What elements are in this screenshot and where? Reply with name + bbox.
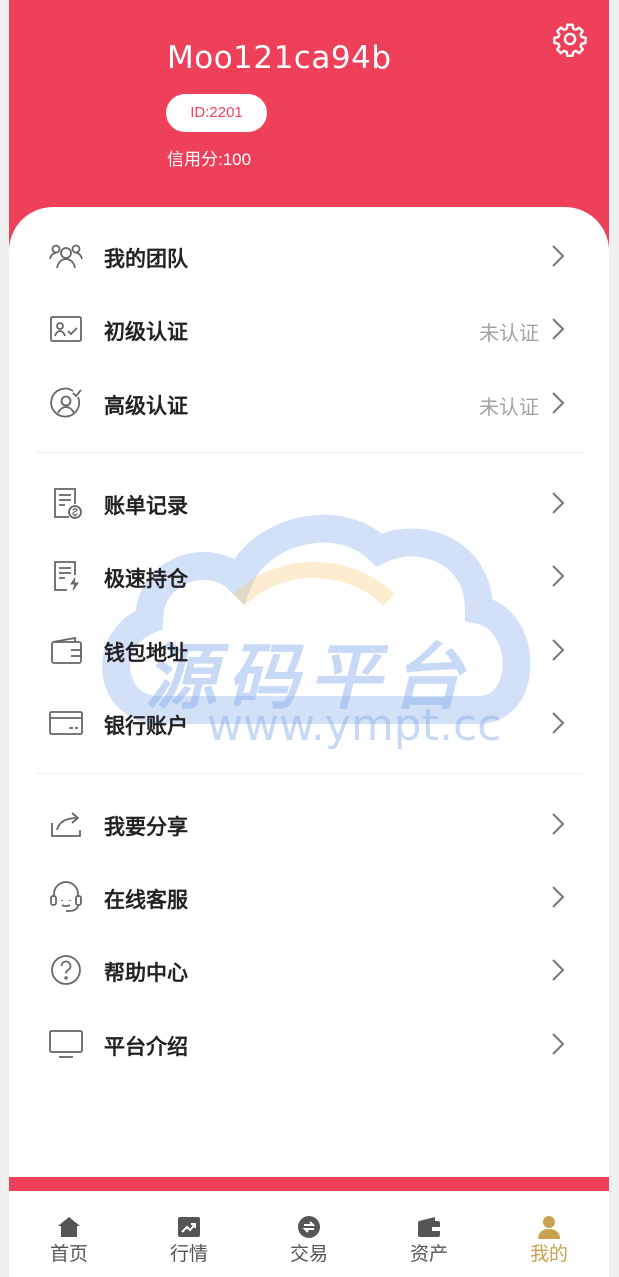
gear-icon[interactable] bbox=[552, 21, 588, 57]
menu-item-support[interactable]: 在线客服 bbox=[9, 867, 609, 927]
chevron-right-icon bbox=[552, 959, 565, 981]
menu-label-advanced-verify: 高级认证 bbox=[104, 394, 188, 418]
bank-card-icon bbox=[49, 711, 83, 735]
menu-label-share: 我要分享 bbox=[104, 815, 188, 839]
menu-label-about: 平台介绍 bbox=[104, 1035, 188, 1059]
chevron-right-icon bbox=[552, 712, 565, 734]
monitor-icon bbox=[49, 1030, 83, 1058]
menu-label-support: 在线客服 bbox=[104, 888, 188, 912]
menu-item-bills[interactable]: 账单记录 bbox=[9, 473, 609, 533]
chevron-right-icon bbox=[552, 886, 565, 908]
home-icon bbox=[58, 1217, 80, 1237]
team-icon bbox=[49, 244, 83, 269]
chevron-right-icon bbox=[552, 639, 565, 661]
help-icon bbox=[51, 955, 81, 985]
username: Moo121ca94b bbox=[167, 40, 392, 76]
menu-item-team[interactable]: 我的团队 bbox=[9, 226, 609, 286]
verify-status: 未认证 bbox=[479, 321, 539, 345]
menu-item-basic-verify[interactable]: 初级认证 未认证 bbox=[9, 299, 609, 359]
document-bolt-icon bbox=[54, 561, 79, 591]
user-icon bbox=[538, 1216, 560, 1239]
tabbar-accent-line bbox=[9, 1177, 609, 1191]
divider bbox=[36, 452, 582, 453]
chevron-right-icon bbox=[552, 318, 565, 340]
tab-label-trade: 交易 bbox=[289, 1243, 328, 1265]
tab-market[interactable]: 行情 bbox=[129, 1191, 249, 1277]
bill-icon bbox=[54, 488, 82, 519]
menu-item-share[interactable]: 我要分享 bbox=[9, 794, 609, 854]
profile-page: Moo121ca94b ID:2201 信用分:100 源码平台 www.ymp… bbox=[9, 0, 609, 1277]
headset-icon bbox=[50, 881, 82, 912]
credit-score: 信用分:100 bbox=[167, 150, 252, 169]
menu-item-advanced-verify[interactable]: 高级认证 未认证 bbox=[9, 373, 609, 433]
id-card-icon bbox=[50, 316, 82, 342]
bottom-tab-bar: 首页 行情 交易 资产 我的 bbox=[9, 1191, 609, 1277]
divider bbox=[36, 773, 582, 774]
menu-item-wallet-address[interactable]: 钱包地址 bbox=[9, 620, 609, 680]
menu-item-bank-account[interactable]: 银行账户 bbox=[9, 693, 609, 753]
menu-item-help[interactable]: 帮助中心 bbox=[9, 940, 609, 1000]
menu-label-bank-account: 银行账户 bbox=[104, 714, 188, 738]
chevron-right-icon bbox=[552, 492, 565, 514]
tab-label-market: 行情 bbox=[169, 1243, 208, 1265]
chart-icon bbox=[178, 1217, 200, 1237]
user-id-badge: ID:2201 bbox=[166, 94, 267, 132]
share-icon bbox=[51, 812, 81, 837]
verified-user-icon bbox=[50, 387, 82, 418]
chevron-right-icon bbox=[552, 245, 565, 267]
menu-label-wallet-address: 钱包地址 bbox=[104, 641, 188, 665]
menu-item-fast-position[interactable]: 极速持仓 bbox=[9, 546, 609, 606]
chevron-right-icon bbox=[552, 565, 565, 587]
menu-label-bills: 账单记录 bbox=[104, 494, 188, 518]
tab-home[interactable]: 首页 bbox=[9, 1191, 129, 1277]
menu-label-team: 我的团队 bbox=[104, 247, 188, 271]
chevron-right-icon bbox=[552, 392, 565, 414]
tab-trade[interactable]: 交易 bbox=[249, 1191, 369, 1277]
tab-label-home: 首页 bbox=[49, 1243, 88, 1265]
tab-mine[interactable]: 我的 bbox=[489, 1191, 609, 1277]
chevron-right-icon bbox=[552, 1033, 565, 1055]
tab-assets[interactable]: 资产 bbox=[369, 1191, 489, 1277]
exchange-icon bbox=[298, 1216, 320, 1238]
tab-label-mine: 我的 bbox=[529, 1243, 568, 1265]
menu-item-about[interactable]: 平台介绍 bbox=[9, 1014, 609, 1074]
chevron-right-icon bbox=[552, 813, 565, 835]
menu-label-fast-position: 极速持仓 bbox=[104, 567, 188, 591]
menu-label-basic-verify: 初级认证 bbox=[104, 320, 188, 344]
tab-label-assets: 资产 bbox=[409, 1243, 448, 1265]
wallet-icon bbox=[418, 1217, 440, 1237]
verify-status: 未认证 bbox=[479, 395, 539, 419]
wallet-icon bbox=[51, 636, 82, 664]
menu-label-help: 帮助中心 bbox=[104, 961, 188, 985]
